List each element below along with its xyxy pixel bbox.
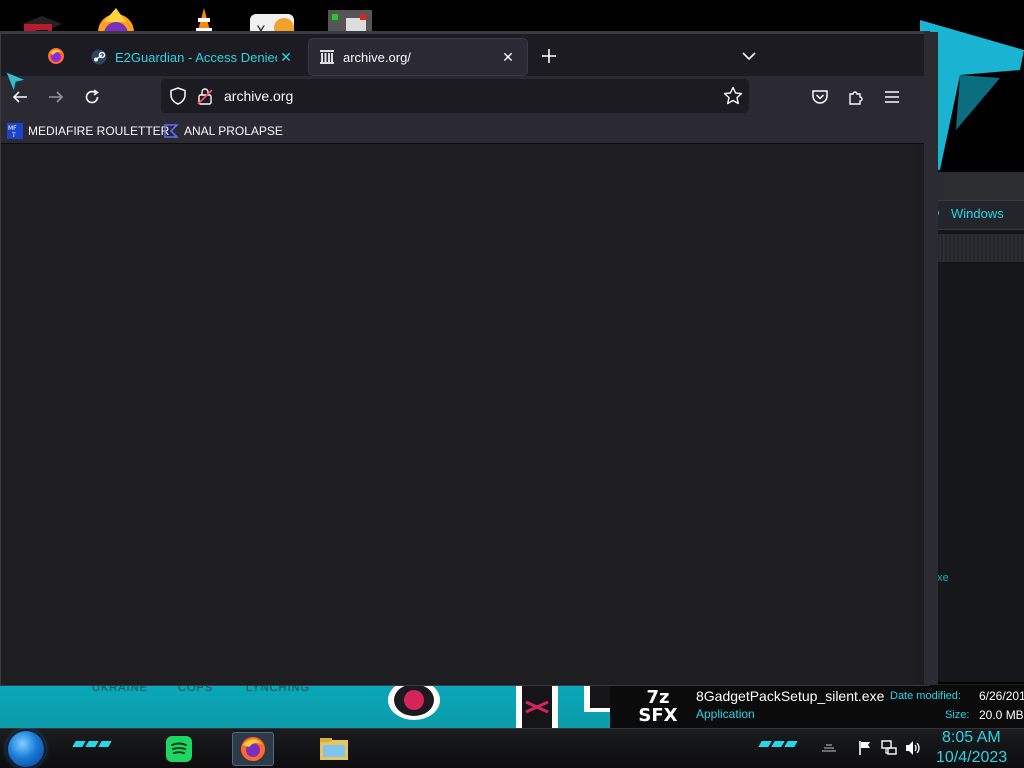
close-icon[interactable]: ✕: [277, 48, 295, 66]
extensions-button[interactable]: [841, 82, 871, 112]
reload-icon: [85, 89, 99, 104]
bookmark-label: ANAL PROLAPSE: [184, 124, 283, 138]
wallpaper-character-head: [388, 682, 440, 720]
tab-strip: E2Guardian - Access Denied ✕ archive.org…: [1, 32, 924, 76]
svg-text:T: T: [11, 132, 16, 139]
app-menu-button[interactable]: [877, 82, 907, 112]
volume-icon[interactable]: [904, 739, 922, 757]
tab-e2guardian[interactable]: E2Guardian - Access Denied ✕: [81, 39, 305, 75]
taskbar-firefox[interactable]: [232, 732, 274, 766]
close-icon[interactable]: ✕: [499, 48, 517, 66]
show-hidden-icons-icon[interactable]: [820, 739, 838, 757]
clock-time[interactable]: 8:05 AM: [942, 729, 1001, 747]
firefox-icon: [48, 48, 64, 64]
archive-favicon-icon: [319, 49, 335, 65]
explorer-details-pane: 7z SFX 8GadgetPackSetup_silent.exe Appli…: [610, 684, 1024, 730]
firefox-icon: [241, 737, 265, 761]
action-center-flag-icon[interactable]: [856, 739, 874, 757]
nav-item-windows[interactable]: Windows: [951, 206, 1004, 221]
steam-favicon-icon: [91, 49, 107, 65]
page-content[interactable]: [1, 144, 915, 684]
7z-sfx-icon: 7z SFX: [638, 687, 678, 726]
taskbar-decoration: [758, 741, 798, 749]
bookmark-anal-prolapse[interactable]: ANAL PROLAPSE: [163, 122, 283, 140]
window-frame-right: [924, 32, 938, 685]
hamburger-menu-icon: [885, 91, 899, 103]
svg-text:MF: MF: [8, 125, 17, 132]
bookmark-star-icon[interactable]: [723, 86, 743, 106]
url-text[interactable]: archive.org: [224, 88, 293, 104]
puzzle-icon: [849, 91, 863, 105]
chevron-down-icon: [742, 52, 756, 60]
tab-title: archive.org/: [343, 49, 411, 65]
wallpaper-character-legs: [516, 682, 558, 728]
file-name: 8GadgetPackSetup_silent.exe: [696, 688, 885, 704]
spotify-icon: [166, 736, 192, 762]
cursor-icon: [5, 71, 28, 94]
mediafire-favicon-icon: MFT: [7, 123, 23, 139]
reload-button[interactable]: [77, 82, 107, 112]
taskbar-decoration: [72, 741, 112, 749]
taskbar-file-explorer[interactable]: [313, 732, 355, 766]
background-explorer-window[interactable]: Windows exe: [930, 172, 1024, 682]
wallpaper-strip: UKRAINE COPS LYNCHING: [0, 682, 620, 732]
firefox-view-button[interactable]: [39, 40, 73, 72]
network-icon[interactable]: [880, 739, 898, 757]
taskbar-spotify[interactable]: [158, 732, 200, 766]
new-tab-button[interactable]: [537, 44, 561, 68]
clock-date[interactable]: 10/4/2023: [936, 749, 1007, 767]
date-modified-label: Date modified:: [890, 690, 961, 702]
url-bar[interactable]: archive.org: [161, 79, 749, 113]
forward-button[interactable]: [41, 82, 71, 112]
tab-title: E2Guardian - Access Denied: [115, 49, 277, 65]
file-explorer-icon: [320, 738, 348, 760]
list-all-tabs-button[interactable]: [737, 44, 761, 68]
pocket-icon: [812, 90, 828, 104]
arrow-right-icon: [49, 91, 64, 103]
bookmark-label: MEDIAFIRE ROULETTER: [28, 124, 170, 138]
plus-icon: [542, 49, 556, 63]
date-modified-value: 6/26/201: [979, 689, 1024, 703]
size-value: 20.0 MB: [979, 708, 1024, 722]
taskbar: 8:05 AM 10/4/2023: [0, 728, 1024, 768]
nav-toolbar: archive.org: [1, 76, 924, 118]
tab-archive-org[interactable]: archive.org/ ✕: [309, 39, 527, 75]
size-label: Size:: [945, 709, 970, 721]
pocket-button[interactable]: [805, 82, 835, 112]
start-button[interactable]: [8, 731, 44, 767]
file-type: Application: [696, 707, 755, 721]
bookmark-mediafire-rouletter[interactable]: MF T MEDIAFIRE ROULETTER: [7, 122, 169, 140]
tracking-protection-shield-icon[interactable]: [169, 87, 187, 105]
insecure-lock-icon[interactable]: [197, 87, 213, 105]
bookmarks-toolbar: MF T MEDIAFIRE ROULETTER ANAL PROLAPSE: [1, 118, 924, 144]
bookmark-favicon-icon: [164, 124, 179, 138]
firefox-window[interactable]: E2Guardian - Access Denied ✕ archive.org…: [0, 31, 938, 686]
